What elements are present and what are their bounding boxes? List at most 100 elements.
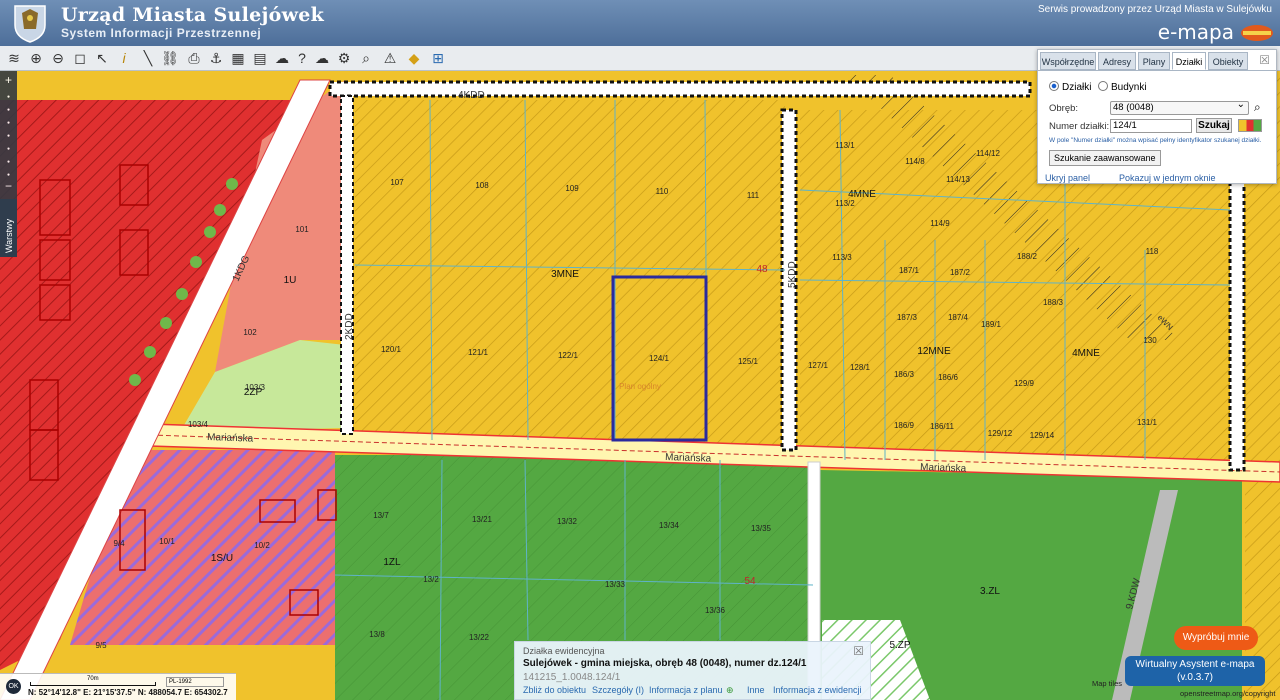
parcel-number: 114/13 <box>946 175 970 184</box>
info-icon[interactable]: i <box>114 49 134 68</box>
advanced-search-button[interactable]: Szukanie zaawansowane <box>1049 150 1161 166</box>
parcel-number: 13/7 <box>373 511 389 520</box>
parcel-number: 113/3 <box>832 253 852 262</box>
details-link[interactable]: Szczegóły (I) <box>592 685 644 695</box>
parcel-number-input[interactable]: 124/1 <box>1110 119 1192 133</box>
zone-label-1ZL: 1ZL <box>383 557 401 568</box>
search-hint: W pole "Numer działki" można wpisać pełn… <box>1049 137 1262 144</box>
zone-label-1SU: 1S/U <box>211 553 233 564</box>
registry-info-link[interactable]: Informacja z ewidencji <box>773 685 862 695</box>
coordinate-readout: N: 52°14'12.8" E: 21°15'37.5" N: 488054.… <box>28 688 228 697</box>
plus-icon[interactable]: ⊕ <box>726 685 734 696</box>
tab-addresses[interactable]: Adresy <box>1098 52 1136 70</box>
hide-panel-link[interactable]: Ukryj panel <box>1045 173 1090 183</box>
parcel-number: 10/2 <box>254 541 270 550</box>
parcel-number: 13/22 <box>469 633 490 642</box>
parcel-number: 13/32 <box>557 517 578 526</box>
parcel-icon[interactable]: ▦ <box>228 49 248 68</box>
parcel-number: 107 <box>390 178 404 187</box>
parcel-number: 187/4 <box>948 313 969 322</box>
single-window-link[interactable]: Pokazuj w jednym oknie <box>1119 173 1216 183</box>
zoom-in-button[interactable]: + <box>2 74 15 86</box>
parcel-number-label: Numer działki: <box>1049 121 1110 132</box>
radio-checked-icon <box>1049 81 1059 91</box>
parcel-number: 110 <box>656 187 669 196</box>
color-icon[interactable]: ◆ <box>404 49 424 68</box>
settings-icon[interactable]: ⚙ <box>334 49 354 68</box>
obreb-select[interactable]: 48 (0048) <box>1110 99 1249 115</box>
pointer-icon[interactable]: ↖ <box>92 49 112 68</box>
close-icon[interactable]: ☒ <box>1259 53 1270 67</box>
parcel-number: 188/2 <box>1017 252 1038 261</box>
color-legend-icon[interactable] <box>1238 119 1262 132</box>
parcel-number: 9/5 <box>95 641 107 650</box>
layers-icon[interactable]: ≋ <box>4 49 24 68</box>
try-me-button[interactable]: Wypróbuj mnie <box>1174 626 1258 650</box>
measure-line-icon[interactable]: ╲ <box>138 49 158 68</box>
help-icon[interactable]: ? <box>292 49 312 68</box>
sign-icon[interactable]: ⚠ <box>380 49 400 68</box>
zoom-level-dot[interactable]: ● <box>2 91 15 103</box>
other-link[interactable]: Inne <box>747 685 765 695</box>
radio-buildings[interactable]: Budynki <box>1098 81 1147 93</box>
parcel-number: 128/1 <box>850 363 871 372</box>
zone-number-54: 54 <box>744 576 756 587</box>
parcel-number: 13/2 <box>423 575 439 584</box>
tab-objects[interactable]: Obiekty <box>1208 52 1248 70</box>
parcel-number: 102 <box>243 328 257 337</box>
zoom-out-icon[interactable]: ⊖ <box>48 49 68 68</box>
tab-coordinates[interactable]: Współrzędne <box>1040 52 1096 70</box>
ok-button[interactable]: OK <box>6 679 21 694</box>
zoom-level-dot[interactable]: ● <box>2 143 15 155</box>
parcel-number: 129/12 <box>988 429 1013 438</box>
zone-label-12MNE: 12MNE <box>917 346 951 357</box>
plan-info-link[interactable]: Informacja z planu <box>649 685 723 695</box>
zoom-in-icon[interactable]: ⊕ <box>26 49 46 68</box>
osm-copyright-link[interactable]: openstreetmap.org/copyright <box>1180 689 1275 698</box>
parcel-number: 186/3 <box>894 370 915 379</box>
zoom-out-button[interactable]: − <box>2 180 15 192</box>
parcel-number: 103/4 <box>188 420 209 429</box>
parcel-number: 13/21 <box>472 515 493 524</box>
zone-label-4MNE-2: 4MNE <box>1072 348 1100 359</box>
link-icon[interactable]: ⛓ <box>160 49 180 68</box>
zoom-level-dot[interactable]: ● <box>2 130 15 142</box>
parcel-number: 118 <box>1146 247 1159 256</box>
coordinates-bar: OK 70m PL-1992 N: 52°14'12.8" E: 21°15'3… <box>0 673 236 700</box>
crs-select[interactable]: PL-1992 <box>166 677 224 687</box>
tab-plans[interactable]: Plany <box>1138 52 1170 70</box>
panel-body: Działki Budynki Obręb: 48 (0048) ⌕ Numer… <box>1038 70 1276 183</box>
parcel-number: 187/2 <box>950 268 971 277</box>
parcel-number: 13/34 <box>659 521 680 530</box>
parcel-number: 187/1 <box>899 266 920 275</box>
search-map-icon[interactable]: ⌕ <box>356 49 376 68</box>
plan-ogolny-label: Plan ogólny <box>619 382 661 391</box>
zoom-level-dot[interactable]: ● <box>2 156 15 168</box>
grid-icon[interactable]: ▤ <box>250 49 270 68</box>
print-icon[interactable]: ⎙ <box>184 49 204 68</box>
cloud-icon[interactable]: ☁ <box>312 49 332 68</box>
windows-icon[interactable]: ⊞ <box>428 49 448 68</box>
speech-icon[interactable]: ☁ <box>272 49 292 68</box>
layers-tab[interactable]: Warstwy <box>0 199 17 257</box>
parcel-number: 114/12 <box>976 149 1000 158</box>
zoom-level-dot[interactable]: ● <box>2 104 15 116</box>
anchor-icon[interactable]: ⚓ <box>206 49 226 68</box>
brand-logo <box>1241 25 1273 41</box>
parcel-number: 188/3 <box>1043 298 1064 307</box>
close-icon[interactable]: ☒ <box>853 644 864 658</box>
parcel-number: 186/9 <box>894 421 915 430</box>
parcel-number: 189/1 <box>981 320 1002 329</box>
road-label-5KDD: 5KDD <box>787 261 798 288</box>
parcel-number: 13/8 <box>369 630 385 639</box>
search-button[interactable]: Szukaj <box>1196 118 1232 133</box>
layers-tab-label: Warstwy <box>4 218 14 253</box>
info-heading: Działka ewidencyjna <box>523 646 605 656</box>
search-icon[interactable]: ⌕ <box>1254 100 1261 115</box>
radio-parcels[interactable]: Działki <box>1049 81 1091 93</box>
zoom-to-object-link[interactable]: Zbliż do obiektu <box>523 685 586 695</box>
tab-parcels[interactable]: Działki <box>1172 52 1206 70</box>
zoom-extent-icon[interactable]: ◻ <box>70 49 90 68</box>
parcel-number: 9/4 <box>113 539 125 548</box>
zoom-level-dot[interactable]: ● <box>2 117 15 129</box>
